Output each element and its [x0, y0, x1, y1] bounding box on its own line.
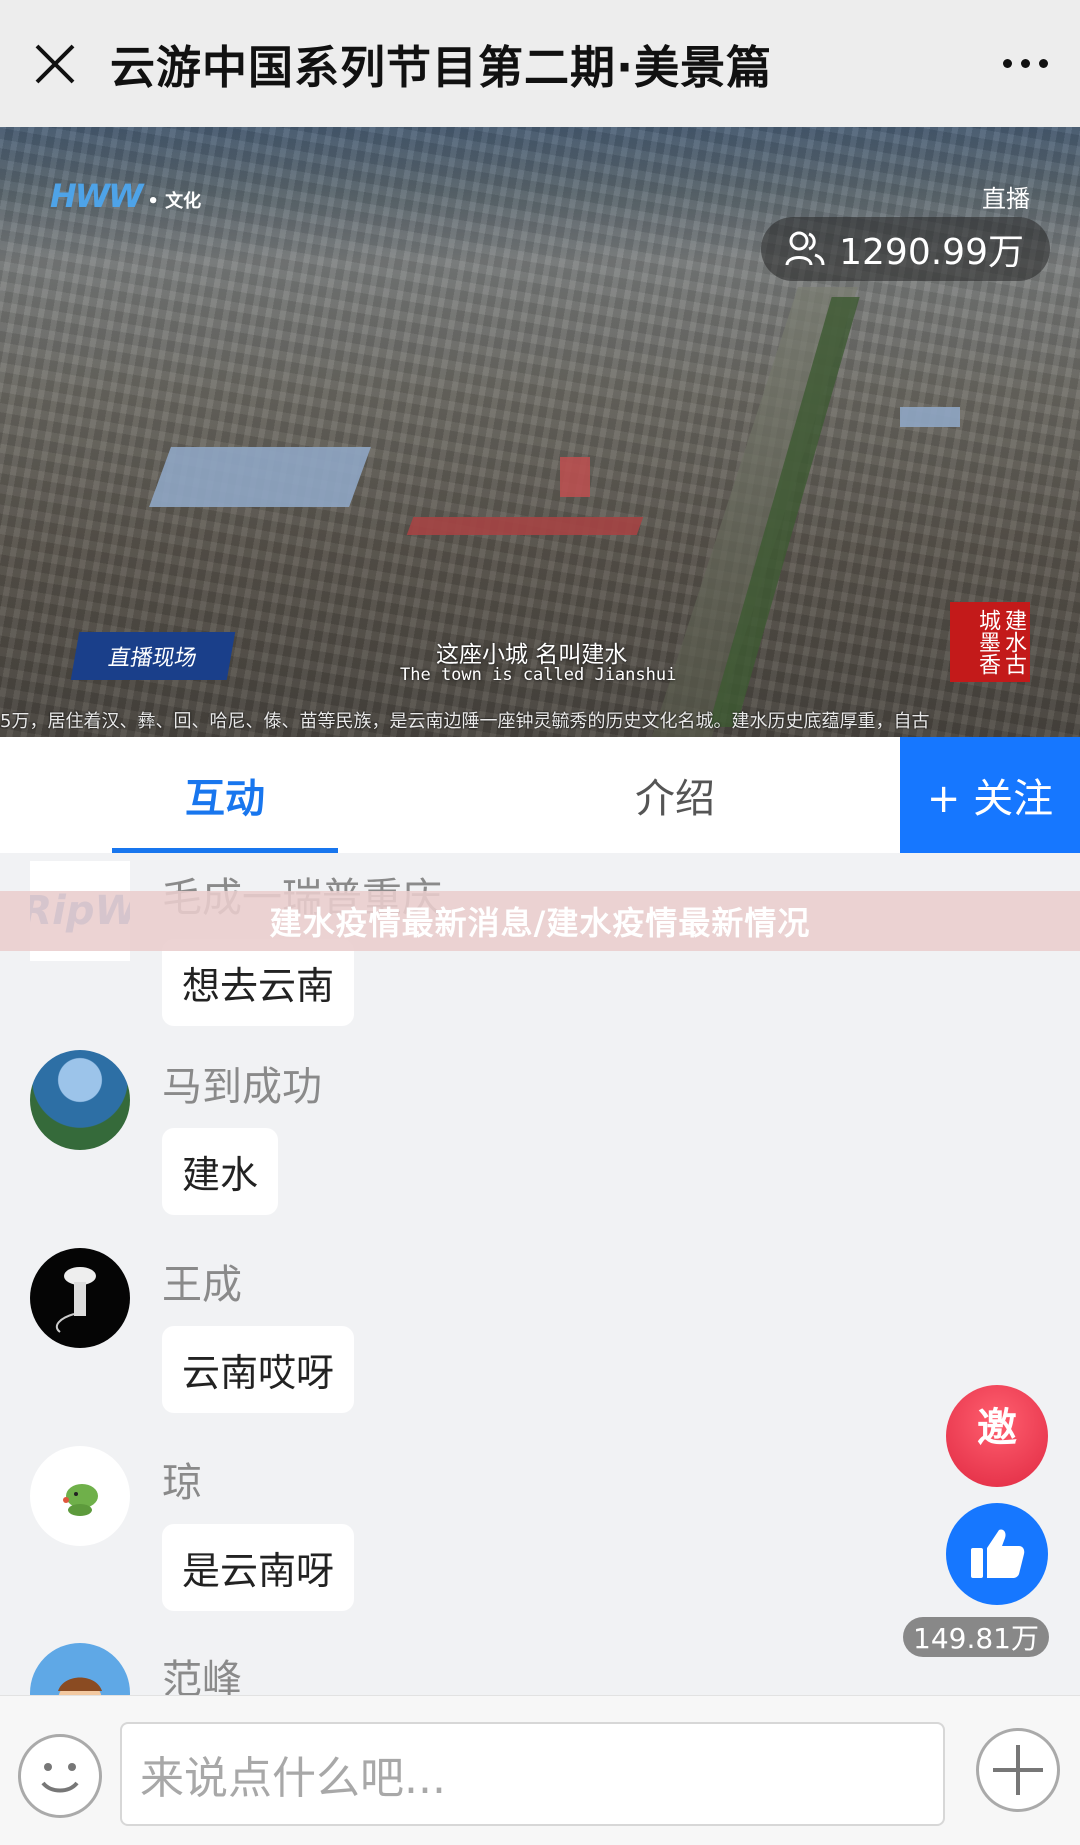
watermark-banner: 建水疫情最新消息/建水疫情最新情况: [0, 891, 1080, 951]
tab-intro[interactable]: 介绍: [450, 737, 900, 853]
invite-button[interactable]: 邀: [946, 1385, 1048, 1487]
like-button[interactable]: [946, 1503, 1048, 1605]
more-button[interactable]: [970, 0, 1080, 127]
users-icon: [785, 231, 825, 266]
live-label: 直播: [982, 185, 1030, 213]
subtitle-english: The town is called Jianshui: [400, 665, 677, 685]
avatar[interactable]: [30, 1643, 130, 1695]
tab-bar: 互动 介绍 + 关注: [0, 737, 1080, 853]
page-title: 云游中国系列节目第二期·美景篇: [110, 41, 773, 94]
plus-icon: [993, 1745, 1043, 1795]
channel-logo: HWW • 文化: [50, 177, 202, 215]
follow-button[interactable]: + 关注: [900, 737, 1080, 853]
close-button[interactable]: [0, 0, 110, 127]
comment-author: 王成: [162, 1262, 242, 1308]
comment-author: 琼: [162, 1460, 202, 1506]
comment-author: 范峰: [162, 1657, 242, 1695]
comment-list[interactable]: RipW 毛成一瑞普重庆 想去云南 马到成功 建水 王成 云南哎呀 琼: [0, 853, 1080, 1695]
more-dots-icon: [1002, 59, 1012, 68]
like-count: 149.81万: [903, 1617, 1049, 1657]
avatar[interactable]: [30, 1446, 130, 1546]
more-actions-button[interactable]: [976, 1728, 1060, 1812]
avatar[interactable]: [30, 1050, 130, 1150]
viewer-count: 1290.99万: [761, 217, 1050, 281]
news-ticker: 5万，居住着汉、彝、回、哈尼、傣、苗等民族，是云南边陲一座钟灵毓秀的历史文化名城…: [0, 711, 930, 732]
scene-badge: 直播现场: [70, 632, 236, 680]
emoji-button[interactable]: [18, 1734, 102, 1818]
comment-text: 想去云南: [162, 939, 355, 1026]
smiley-icon: [41, 1763, 79, 1793]
thumbs-up-icon: [971, 1529, 1025, 1578]
seal-stamp: 建水古城墨香: [950, 602, 1030, 682]
subtitle-chinese: 这座小城 名叫建水: [436, 642, 628, 668]
comment-text: 是云南呀: [162, 1524, 355, 1611]
tab-interaction[interactable]: 互动: [0, 737, 450, 853]
comment-text: 建水: [162, 1128, 279, 1215]
avatar[interactable]: [30, 1248, 130, 1348]
top-bar: 云游中国系列节目第二期·美景篇: [0, 0, 1080, 127]
comment-input[interactable]: 来说点什么吧...: [120, 1722, 945, 1826]
comment-input-bar: 来说点什么吧...: [0, 1695, 1080, 1845]
live-video-player[interactable]: HWW • 文化 直播 1290.99万 直播现场 这座小城 名叫建水 The t…: [0, 127, 1080, 737]
close-icon: [35, 44, 75, 83]
comment-text: 云南哎呀: [162, 1326, 355, 1413]
comment-author: 马到成功: [162, 1064, 322, 1110]
